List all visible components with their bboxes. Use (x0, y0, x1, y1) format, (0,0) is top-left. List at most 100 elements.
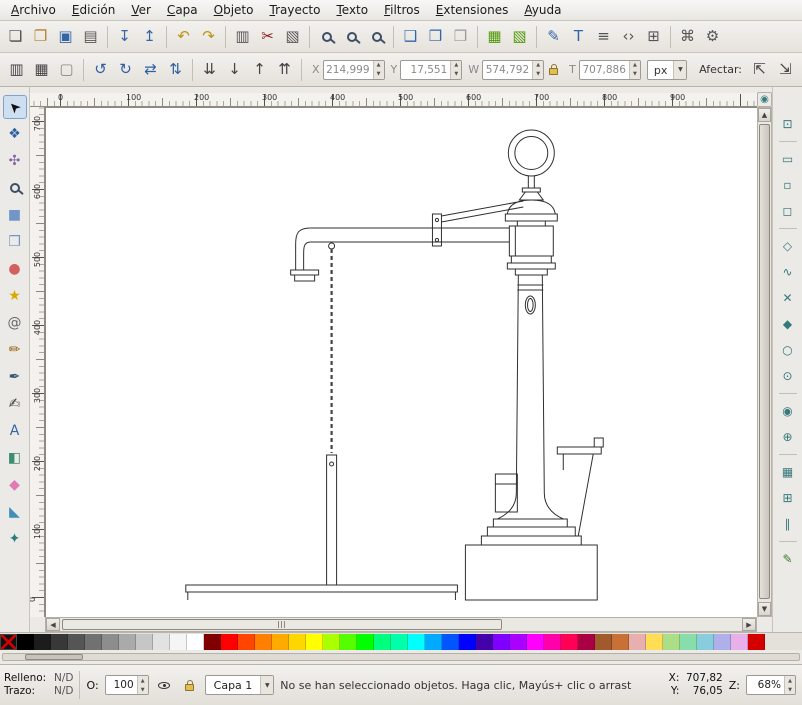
import-button[interactable]: ↧ (112, 24, 137, 49)
palette-swatch-43[interactable] (748, 634, 765, 650)
spinner-buttons[interactable]: ▲▼ (629, 61, 640, 79)
palette-swatch-12[interactable] (221, 634, 238, 650)
palette-swatch-26[interactable] (459, 634, 476, 650)
affect-move-button[interactable]: ⇱ (747, 57, 772, 82)
open-folder-button[interactable]: ❐ (28, 24, 53, 49)
spinner-buttons[interactable]: ▲▼ (532, 61, 543, 79)
select-all-button[interactable]: ▥ (4, 57, 29, 82)
spin-down-button[interactable]: ▼ (451, 70, 461, 79)
palette-swatch-8[interactable] (153, 634, 170, 650)
field-x-input[interactable]: 214,999▲▼ (323, 60, 385, 80)
palette-swatch-40[interactable] (697, 634, 714, 650)
palette-swatch-22[interactable] (391, 634, 408, 650)
palette-swatch-13[interactable] (238, 634, 255, 650)
zoom-page-button[interactable] (364, 24, 389, 49)
field-w-input[interactable]: 574,792▲▼ (482, 60, 544, 80)
palette-swatch-21[interactable] (374, 634, 391, 650)
ruler-corner-button[interactable]: ◉ (757, 92, 772, 107)
gradient-tool-button[interactable]: ◧ (3, 446, 27, 470)
menu-edicion[interactable]: Edición (65, 2, 122, 18)
zoom-input[interactable]: 68% ▲ ▼ (746, 675, 796, 695)
ungroup-button[interactable]: ▧ (507, 24, 532, 49)
palette-swatch-7[interactable] (136, 634, 153, 650)
palette-swatch-32[interactable] (561, 634, 578, 650)
chevron-down-icon[interactable]: ▼ (673, 61, 686, 79)
palette-swatch-0[interactable] (17, 634, 34, 650)
zoom-selection-button[interactable] (314, 24, 339, 49)
pen-tool-button[interactable]: ✒ (3, 365, 27, 389)
palette-scroll-thumb[interactable] (25, 654, 83, 660)
palette-scroll-track[interactable] (2, 653, 800, 661)
create-clone-button[interactable]: ❒ (423, 24, 448, 49)
menu-ver[interactable]: Ver (124, 2, 158, 18)
spin-down-button[interactable]: ▼ (630, 70, 640, 79)
lower-button[interactable]: ↓ (222, 57, 247, 82)
snap-page-border-button[interactable]: ▦ (777, 461, 799, 483)
fill-stroke-indicator[interactable]: Relleno: N/D Trazo: N/D (4, 672, 73, 697)
canvas[interactable] (45, 107, 757, 617)
palette-swatch-30[interactable] (527, 634, 544, 650)
zoom-spinner[interactable]: ▲ ▼ (784, 676, 795, 694)
save-document-button[interactable]: ▣ (53, 24, 78, 49)
menu-ayuda[interactable]: Ayuda (517, 2, 568, 18)
pen-cursor-button[interactable]: ✎ (777, 548, 799, 570)
vertical-ruler[interactable]: 7006005004003002001000 (30, 107, 45, 617)
palette-swatch-23[interactable] (408, 634, 425, 650)
menu-extensiones[interactable]: Extensiones (429, 2, 516, 18)
layers-dialog-button[interactable]: ≡ (591, 24, 616, 49)
palette-swatch-31[interactable] (544, 634, 561, 650)
palette-swatch-10[interactable] (187, 634, 204, 650)
calligraphy-tool-button[interactable]: ✍ (3, 392, 27, 416)
snap-midpoint-button[interactable]: ⊙ (777, 365, 799, 387)
box3d-tool-button[interactable]: ❒ (3, 230, 27, 254)
unit-selector[interactable]: px ▼ (647, 60, 688, 80)
palette-swatch-2[interactable] (51, 634, 68, 650)
palette-swatch-34[interactable] (595, 634, 612, 650)
ellipse-tool-button[interactable]: ● (3, 257, 27, 281)
menu-capa[interactable]: Capa (160, 2, 205, 18)
spin-up-button[interactable]: ▲ (533, 61, 543, 70)
flip-vertical-button[interactable]: ⇅ (163, 57, 188, 82)
affect-transform-button[interactable]: ⇲ (773, 57, 798, 82)
palette-swatch-4[interactable] (85, 634, 102, 650)
text-dialog-button[interactable]: T (566, 24, 591, 49)
spinner-buttons[interactable]: ▲▼ (373, 61, 384, 79)
snap-cusp-node-button[interactable]: ◆ (777, 313, 799, 335)
spin-up-button[interactable]: ▲ (374, 61, 384, 70)
star-tool-button[interactable]: ★ (3, 284, 27, 308)
zoom-tool-button[interactable] (3, 176, 27, 200)
spin-down-button[interactable]: ▼ (533, 70, 543, 79)
spin-up-button[interactable]: ▲ (630, 61, 640, 70)
undo-button[interactable]: ↶ (171, 24, 196, 49)
pencil-tool-button[interactable]: ✏ (3, 338, 27, 362)
palette-swatch-27[interactable] (476, 634, 493, 650)
align-dialog-button[interactable]: ⊞ (641, 24, 666, 49)
field-t-input[interactable]: 707,886▲▼ (579, 60, 641, 80)
paint-bucket-tool-button[interactable]: ◣ (3, 500, 27, 524)
xml-editor-button[interactable]: ‹› (616, 24, 641, 49)
snap-rotation-center-button[interactable]: ⊕ (777, 426, 799, 448)
snap-path-intersection-button[interactable]: ✕ (777, 287, 799, 309)
palette-swatch-14[interactable] (255, 634, 272, 650)
preferences-button[interactable]: ⚙ (700, 24, 725, 49)
rotate-cw-button[interactable]: ↻ (113, 57, 138, 82)
palette-swatch-42[interactable] (731, 634, 748, 650)
unlink-clone-button[interactable]: ❒ (448, 24, 473, 49)
snap-bbox-button[interactable]: ▭ (777, 148, 799, 170)
horizontal-scroll-thumb[interactable] (62, 619, 502, 630)
palette-swatch-3[interactable] (68, 634, 85, 650)
rectangle-tool-button[interactable]: ■ (3, 203, 27, 227)
tweak-tool-button[interactable]: ✣ (3, 149, 27, 173)
menu-trayecto[interactable]: Trayecto (262, 2, 327, 18)
zoom-drawing-button[interactable] (339, 24, 364, 49)
layer-selector[interactable]: Capa 1 ▼ (205, 675, 275, 695)
chevron-down-icon[interactable]: ▼ (260, 676, 273, 694)
spinner-buttons[interactable]: ▲▼ (450, 61, 461, 79)
paste-button[interactable]: ▧ (280, 24, 305, 49)
palette-swatch-37[interactable] (646, 634, 663, 650)
menu-archivo[interactable]: Archivo (4, 2, 63, 18)
palette-swatch-16[interactable] (289, 634, 306, 650)
opacity-spinner[interactable]: ▲ ▼ (137, 676, 148, 694)
palette-swatch-33[interactable] (578, 634, 595, 650)
scroll-left-button[interactable]: ◀ (46, 618, 60, 631)
